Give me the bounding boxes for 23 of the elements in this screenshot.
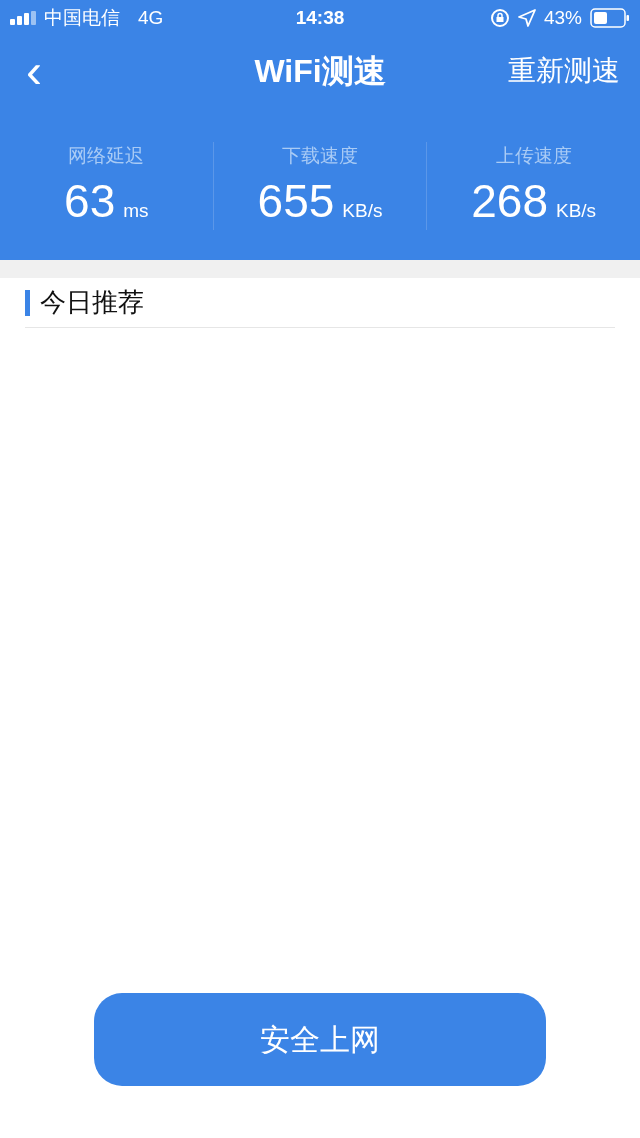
retest-button[interactable]: 重新测速 (508, 50, 620, 92)
accent-bar (25, 289, 30, 316)
battery-icon (590, 8, 630, 28)
stat-unit: ms (123, 198, 149, 223)
stat-value: 655 (257, 173, 335, 229)
stat-unit: KB/s (556, 198, 597, 223)
stat-value: 63 (64, 173, 116, 229)
stat-unit: KB/s (342, 198, 383, 223)
rotation-lock-icon (490, 8, 510, 28)
signal-icon (10, 11, 38, 25)
stat-value: 268 (471, 173, 548, 229)
stat-label: 网络延迟 (68, 144, 145, 168)
location-icon (518, 9, 536, 27)
clock-time: 14:38 (295, 5, 345, 30)
section-title: 今日推荐 (40, 286, 144, 319)
page-title: WiFi测速 (254, 52, 386, 91)
back-button[interactable]: ‹ (20, 47, 48, 95)
network-type: 4G (138, 5, 164, 30)
carrier-name: 中国电信 (44, 5, 120, 30)
safe-browsing-button[interactable]: 安全上网 (94, 993, 546, 1086)
battery-percent: 43% (544, 5, 582, 30)
stat-label: 下载速度 (282, 144, 358, 168)
stat-label: 上传速度 (495, 144, 572, 168)
